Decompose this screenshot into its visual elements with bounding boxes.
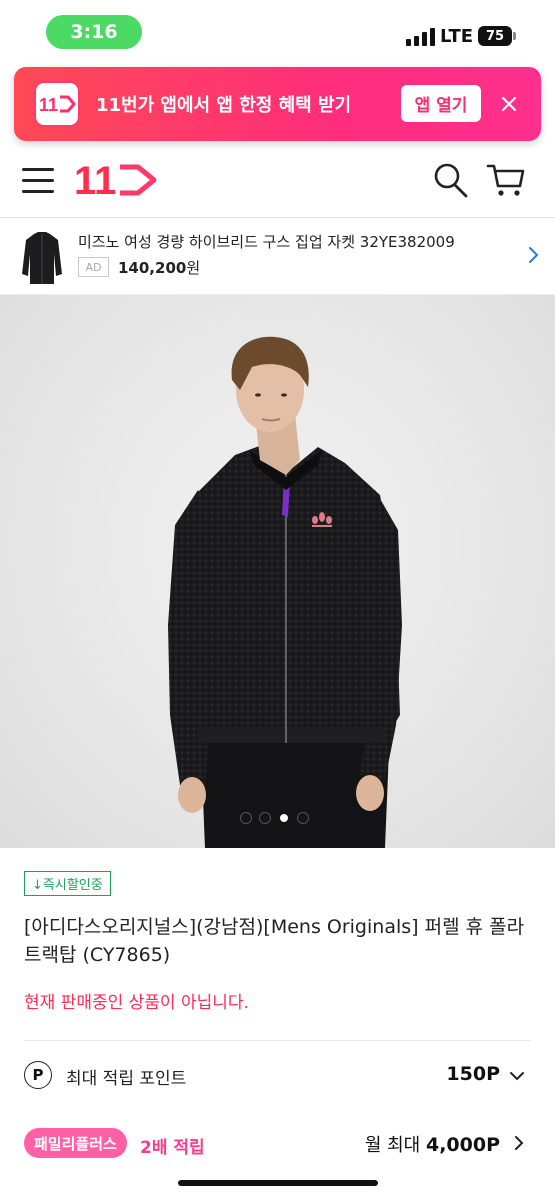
home-indicator[interactable]: [178, 1180, 378, 1186]
divider: [24, 1040, 531, 1041]
close-icon[interactable]: [494, 89, 524, 119]
battery-nub: [513, 32, 516, 40]
gallery-dot[interactable]: [259, 812, 271, 824]
status-bar: 3:16 LTE 75: [0, 0, 555, 62]
promo-text: 11번가 앱에서 앱 한정 혜택 받기: [96, 95, 352, 116]
signal-icon: [406, 28, 436, 46]
app-promo-banner[interactable]: 11 11번가 앱에서 앱 한정 혜택 받기 앱 열기: [14, 67, 541, 141]
network-type: LTE: [440, 26, 474, 47]
cart-icon[interactable]: [486, 160, 526, 200]
family-max-label: 월 최대: [364, 1135, 421, 1156]
chevron-right-icon[interactable]: [528, 246, 540, 268]
site-logo-text: 11: [74, 160, 116, 200]
app-logo-icon: 11: [34, 81, 80, 127]
gallery-dot-active[interactable]: [278, 812, 290, 824]
site-logo[interactable]: 11: [74, 159, 158, 203]
points-value: 150P: [446, 1063, 500, 1085]
sale-status-text: 현재 판매중인 상품이 아닙니다.: [24, 993, 249, 1013]
points-label: 최대 적립 포인트: [66, 1069, 187, 1089]
points-icon: P: [24, 1061, 52, 1089]
product-photo-illustration: [168, 336, 402, 848]
instant-discount-badge: ↓즉시할인중: [24, 871, 111, 896]
ad-product-thumbnail: [18, 228, 66, 288]
family-plus-row[interactable]: 패밀리플러스 2배 적립 월 최대 4,000P: [24, 1126, 531, 1162]
ad-product-title: 미즈노 여성 경량 하이브리드 구스 집업 자켓 32YE382009: [78, 233, 455, 251]
chevron-right-icon[interactable]: [513, 1135, 525, 1155]
family-plus-max: 월 최대 4,000P: [365, 1131, 500, 1157]
search-icon[interactable]: [432, 160, 470, 200]
site-header: 11: [0, 148, 555, 218]
family-max-value: 4,000P: [425, 1134, 500, 1156]
gallery-pagination[interactable]: [240, 812, 320, 826]
ad-price-value: 140,200: [118, 259, 187, 277]
battery-level: 75: [485, 28, 505, 44]
gallery-dot[interactable]: [297, 812, 309, 824]
chevron-down-icon[interactable]: [509, 1067, 525, 1086]
product-title: [아디다스오리지널스](강남점)[Mens Originals] 퍼렐 휴 폴라…: [24, 916, 525, 966]
hamburger-menu-icon[interactable]: [22, 166, 54, 194]
max-points-row[interactable]: P 최대 적립 포인트 150P: [24, 1058, 531, 1092]
ad-product-price: 140,200원: [118, 257, 200, 278]
gallery-dot[interactable]: [240, 812, 252, 824]
open-app-button[interactable]: 앱 열기: [401, 85, 481, 122]
family-plus-badge: 패밀리플러스: [24, 1128, 127, 1158]
ad-price-unit: 원: [186, 259, 201, 277]
ad-product-row[interactable]: 미즈노 여성 경량 하이브리드 구스 집업 자켓 32YE382009 AD 1…: [0, 219, 555, 295]
battery-icon: 75: [478, 26, 512, 46]
status-time: 3:16: [46, 15, 142, 49]
app-logo-text: 11: [39, 95, 58, 115]
product-image[interactable]: [0, 295, 555, 848]
family-plus-double-text: 2배 적립: [140, 1138, 205, 1158]
ad-badge: AD: [78, 257, 109, 277]
